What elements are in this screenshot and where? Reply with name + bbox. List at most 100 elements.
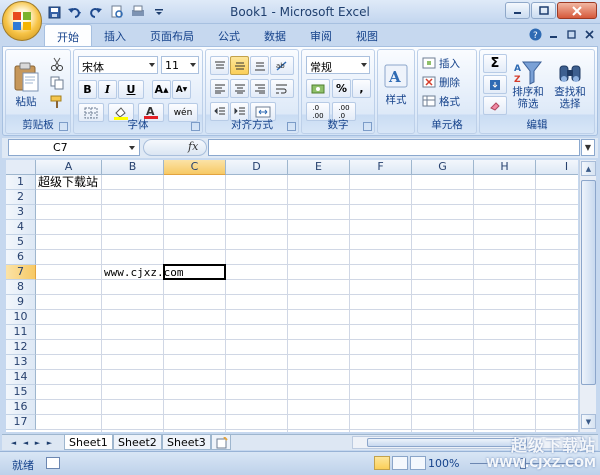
restore-button[interactable] <box>531 2 556 19</box>
tab-insert[interactable]: 插入 <box>92 24 138 46</box>
spreadsheet-grid[interactable]: A B C D E F G H I 1 2 3 4 5 6 7 8 9 10 11 12 13 14 15 16 17 超级下载站 w… <box>6 160 578 432</box>
select-all-corner[interactable] <box>6 160 36 175</box>
last-sheet-icon[interactable]: ► <box>44 437 55 448</box>
workbook-minimize-icon[interactable] <box>546 27 560 41</box>
first-sheet-icon[interactable]: ◄ <box>8 437 19 448</box>
copy-button[interactable] <box>48 75 66 91</box>
tab-data[interactable]: 数据 <box>252 24 298 46</box>
row-header-9[interactable]: 9 <box>6 295 36 310</box>
alignment-launcher-icon[interactable] <box>287 122 296 131</box>
row-header-8[interactable]: 8 <box>6 280 36 295</box>
bold-button[interactable]: B <box>78 80 97 99</box>
find-select-button[interactable]: 查找和 选择 <box>550 54 590 116</box>
styles-button[interactable]: A 样式 <box>381 54 411 116</box>
align-right-button[interactable] <box>250 79 269 98</box>
active-cell-outline[interactable] <box>163 264 226 280</box>
sort-filter-button[interactable]: AZ 排序和 筛选 <box>509 54 547 116</box>
close-button[interactable] <box>557 2 597 19</box>
tab-formulas[interactable]: 公式 <box>206 24 252 46</box>
row-header-11[interactable]: 11 <box>6 325 36 340</box>
help-icon[interactable]: ? <box>528 27 542 41</box>
underline-button[interactable]: U <box>118 80 144 99</box>
row-header-15[interactable]: 15 <box>6 385 36 400</box>
tab-review[interactable]: 审阅 <box>298 24 344 46</box>
row-header-13[interactable]: 13 <box>6 355 36 370</box>
clear-button[interactable] <box>483 96 507 115</box>
number-launcher-icon[interactable] <box>363 122 372 131</box>
align-left-button[interactable] <box>210 79 229 98</box>
row-header-3[interactable]: 3 <box>6 205 36 220</box>
orientation-button[interactable]: ab <box>270 56 294 75</box>
workbook-restore-icon[interactable] <box>564 27 578 41</box>
align-center-button[interactable] <box>230 79 249 98</box>
tab-home[interactable]: 开始 <box>44 24 92 47</box>
column-header-h[interactable]: H <box>474 160 536 175</box>
prev-sheet-icon[interactable]: ◄ <box>20 437 31 448</box>
row-header-17[interactable]: 17 <box>6 415 36 430</box>
workbook-close-icon[interactable] <box>582 27 596 41</box>
paste-button[interactable]: 粘贴 <box>10 54 42 116</box>
horizontal-scrollbar[interactable] <box>352 436 582 449</box>
column-header-a[interactable]: A <box>36 160 102 175</box>
currency-button[interactable] <box>306 79 330 98</box>
column-header-f[interactable]: F <box>350 160 412 175</box>
normal-view-button[interactable] <box>374 456 390 470</box>
row-header-6[interactable]: 6 <box>6 250 36 265</box>
font-family-select[interactable]: 宋体 <box>78 56 158 74</box>
align-top-button[interactable] <box>210 56 229 75</box>
row-header-2[interactable]: 2 <box>6 190 36 205</box>
percent-button[interactable]: % <box>332 79 351 98</box>
clipboard-launcher-icon[interactable] <box>59 122 68 131</box>
column-header-g[interactable]: G <box>412 160 474 175</box>
align-bottom-button[interactable] <box>250 56 269 75</box>
vertical-scroll-thumb[interactable] <box>581 180 596 385</box>
scroll-up-icon[interactable]: ▲ <box>581 161 596 176</box>
expand-formula-bar-icon[interactable]: ▼ <box>581 139 595 156</box>
number-format-select[interactable]: 常规 <box>306 56 370 74</box>
scroll-down-icon[interactable]: ▼ <box>581 414 596 429</box>
sheet-tab-sheet2[interactable]: Sheet2 <box>113 435 162 450</box>
zoom-level[interactable]: 100% <box>428 457 459 470</box>
fill-button[interactable] <box>483 75 507 94</box>
column-header-e[interactable]: E <box>288 160 350 175</box>
italic-button[interactable]: I <box>98 80 117 99</box>
insert-sheet-icon[interactable] <box>211 435 231 450</box>
next-sheet-icon[interactable]: ► <box>32 437 43 448</box>
column-header-b[interactable]: B <box>102 160 164 175</box>
cut-button[interactable] <box>48 56 66 72</box>
align-middle-button[interactable] <box>230 56 249 75</box>
tab-view[interactable]: 视图 <box>344 24 390 46</box>
formula-input[interactable] <box>208 139 580 156</box>
insert-function-button[interactable]: fx <box>188 140 198 153</box>
row-header-1[interactable]: 1 <box>6 175 36 190</box>
font-launcher-icon[interactable] <box>191 122 200 131</box>
format-cells-button[interactable]: 格式 <box>422 92 460 110</box>
vertical-scrollbar[interactable]: ▲ ▼ <box>579 160 596 432</box>
page-break-view-button[interactable] <box>410 456 426 470</box>
row-header-7[interactable]: 7 <box>6 265 36 280</box>
column-header-d[interactable]: D <box>226 160 288 175</box>
row-header-4[interactable]: 4 <box>6 220 36 235</box>
column-header-c[interactable]: C <box>164 160 226 175</box>
zoom-slider-knob[interactable] <box>520 458 526 469</box>
name-box[interactable]: C7 <box>8 139 140 156</box>
decrease-font-button[interactable]: A ▼ <box>172 80 191 99</box>
comma-button[interactable]: , <box>352 79 371 98</box>
wrap-text-button[interactable] <box>270 79 294 98</box>
horizontal-scroll-thumb[interactable] <box>367 438 527 447</box>
increase-font-button[interactable]: A ▲ <box>152 80 171 99</box>
macro-record-icon[interactable] <box>46 457 60 469</box>
row-header-16[interactable]: 16 <box>6 400 36 415</box>
delete-cells-button[interactable]: 删除 <box>422 73 460 91</box>
row-header-10[interactable]: 10 <box>6 310 36 325</box>
sheet-tab-sheet3[interactable]: Sheet3 <box>162 435 211 450</box>
row-header-14[interactable]: 14 <box>6 370 36 385</box>
zoom-slider[interactable] <box>470 458 580 469</box>
autosum-button[interactable]: Σ <box>483 54 507 73</box>
row-header-5[interactable]: 5 <box>6 235 36 250</box>
page-layout-view-button[interactable] <box>392 456 408 470</box>
insert-cells-button[interactable]: 插入 <box>422 54 460 72</box>
format-painter-button[interactable] <box>48 94 66 110</box>
cell-a1[interactable]: 超级下载站 <box>38 175 98 190</box>
tab-page-layout[interactable]: 页面布局 <box>138 24 206 46</box>
